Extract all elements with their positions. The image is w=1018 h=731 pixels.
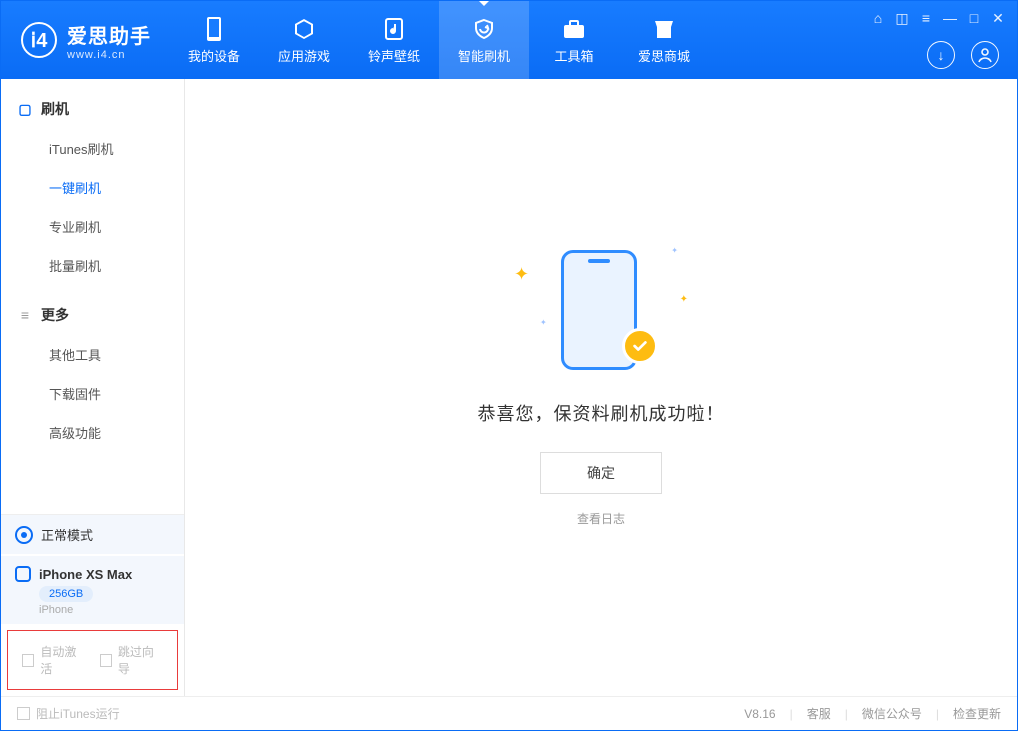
toolbox-icon: [561, 16, 587, 42]
device-info-box[interactable]: iPhone XS Max 256GB iPhone: [1, 554, 184, 624]
sidebar-group-title: ▢ 刷机: [1, 89, 184, 129]
body: ▢ 刷机 iTunes刷机 一键刷机 专业刷机 批量刷机 ≡ 更多 其他工具 下…: [1, 79, 1017, 696]
checkbox-skip-guide[interactable]: 跳过向导: [100, 643, 164, 677]
app-window: ⅰ4 爱思助手 www.i4.cn 我的设备 应用游戏 铃声壁纸 智能刷机: [0, 0, 1018, 731]
checkbox-label: 阻止iTunes运行: [36, 705, 120, 722]
footer-link-wechat[interactable]: 微信公众号: [862, 705, 922, 722]
success-message: 恭喜您，保资料刷机成功啦！: [478, 400, 725, 426]
tab-label: 应用游戏: [278, 46, 330, 65]
tab-label: 工具箱: [554, 46, 593, 65]
checkbox-label: 自动激活: [40, 643, 85, 677]
device-type: iPhone: [39, 604, 170, 616]
device-name: iPhone XS Max: [39, 567, 132, 582]
phone-icon: [201, 16, 227, 42]
flash-options-row: 自动激活 跳过向导: [7, 630, 178, 690]
device-mode: 正常模式: [41, 525, 93, 544]
device-mode-row[interactable]: 正常模式: [1, 515, 184, 554]
tab-label: 智能刷机: [458, 46, 510, 65]
separator: |: [845, 707, 848, 721]
sidebar-group-flash: ▢ 刷机 iTunes刷机 一键刷机 专业刷机 批量刷机: [1, 79, 184, 285]
checkbox-box-icon: [22, 654, 34, 667]
account-button[interactable]: [971, 41, 999, 69]
list-icon: ≡: [17, 307, 33, 323]
feedback-icon[interactable]: ◫: [895, 11, 909, 25]
view-log-link[interactable]: 查看日志: [577, 510, 625, 527]
tab-toolbox[interactable]: 工具箱: [529, 1, 619, 79]
sidebar-spacer: [1, 452, 184, 514]
device-storage-badge: 256GB: [39, 586, 93, 602]
tab-store[interactable]: 爱思商城: [619, 1, 709, 79]
app-website: www.i4.cn: [67, 49, 151, 61]
maximize-button[interactable]: □: [967, 11, 981, 25]
sidebar-item-itunes-flash[interactable]: iTunes刷机: [1, 129, 184, 168]
sidebar-item-oneclick-flash[interactable]: 一键刷机: [1, 168, 184, 207]
sidebar-group-title: ≡ 更多: [1, 295, 184, 335]
minimize-button[interactable]: —: [943, 11, 957, 25]
app-logo-icon: ⅰ4: [21, 22, 57, 58]
tab-smart-flash[interactable]: 智能刷机: [439, 1, 529, 79]
footer-link-check-update[interactable]: 检查更新: [953, 705, 1001, 722]
sparkle-icon: ✦: [514, 264, 529, 285]
tab-my-device[interactable]: 我的设备: [169, 1, 259, 79]
sparkle-icon: ✦: [671, 246, 678, 255]
device-panel: 正常模式 iPhone XS Max 256GB iPhone: [1, 514, 184, 624]
store-icon: [651, 16, 677, 42]
checkbox-box-icon: [100, 654, 112, 667]
status-bar: 阻止iTunes运行 V8.16 | 客服 | 微信公众号 | 检查更新: [1, 696, 1017, 730]
checkbox-box-icon: [17, 707, 30, 720]
window-controls: ⌂ ◫ ≡ — □ ✕: [871, 11, 1005, 25]
sparkle-icon: ✦: [680, 294, 688, 305]
sidebar: ▢ 刷机 iTunes刷机 一键刷机 专业刷机 批量刷机 ≡ 更多 其他工具 下…: [1, 79, 185, 696]
main-content: ✦ ✦ ✦ ✦ 恭喜您，保资料刷机成功啦！ 确定 查看日志: [185, 79, 1017, 696]
sidebar-item-batch-flash[interactable]: 批量刷机: [1, 246, 184, 285]
device-phone-icon: [15, 566, 31, 582]
sidebar-item-download-firmware[interactable]: 下载固件: [1, 374, 184, 413]
tab-ringtone-wallpaper[interactable]: 铃声壁纸: [349, 1, 439, 79]
tab-label: 铃声壁纸: [368, 46, 420, 65]
cube-icon: [291, 16, 317, 42]
close-button[interactable]: ✕: [991, 11, 1005, 25]
sidebar-group-more: ≡ 更多 其他工具 下载固件 高级功能: [1, 285, 184, 452]
shield-refresh-icon: [471, 16, 497, 42]
separator: |: [936, 707, 939, 721]
sidebar-item-other-tools[interactable]: 其他工具: [1, 335, 184, 374]
success-illustration: ✦ ✦ ✦ ✦: [506, 248, 696, 378]
checkbox-label: 跳过向导: [118, 643, 163, 677]
tab-label: 我的设备: [188, 46, 240, 65]
header-actions: ↓: [927, 41, 999, 69]
ok-button[interactable]: 确定: [540, 452, 662, 494]
success-check-icon: [622, 328, 658, 364]
phone-outline-icon: ▢: [17, 101, 33, 117]
logo-area: ⅰ4 爱思助手 www.i4.cn: [1, 1, 169, 79]
app-title: 爱思助手 www.i4.cn: [67, 20, 151, 61]
device-name-row: iPhone XS Max: [15, 566, 170, 582]
separator: |: [790, 707, 793, 721]
menu-icon[interactable]: ≡: [919, 11, 933, 25]
tab-apps-games[interactable]: 应用游戏: [259, 1, 349, 79]
mode-status-icon: [15, 526, 33, 544]
group-label: 更多: [41, 305, 69, 325]
tab-label: 爱思商城: [638, 46, 690, 65]
sidebar-item-pro-flash[interactable]: 专业刷机: [1, 207, 184, 246]
footer-right: V8.16 | 客服 | 微信公众号 | 检查更新: [744, 705, 1001, 722]
group-label: 刷机: [41, 99, 69, 119]
checkbox-auto-activate[interactable]: 自动激活: [22, 643, 86, 677]
version-label: V8.16: [744, 707, 775, 721]
music-note-icon: [381, 16, 407, 42]
main-tabs: 我的设备 应用游戏 铃声壁纸 智能刷机 工具箱 爱思商城: [169, 1, 709, 79]
title-bar: ⅰ4 爱思助手 www.i4.cn 我的设备 应用游戏 铃声壁纸 智能刷机: [1, 1, 1017, 79]
footer-link-support[interactable]: 客服: [807, 705, 831, 722]
sparkle-icon: ✦: [540, 318, 547, 327]
app-name: 爱思助手: [67, 20, 151, 49]
sidebar-item-advanced[interactable]: 高级功能: [1, 413, 184, 452]
download-button[interactable]: ↓: [927, 41, 955, 69]
checkbox-stop-itunes[interactable]: 阻止iTunes运行: [17, 705, 120, 722]
tshirt-icon[interactable]: ⌂: [871, 11, 885, 25]
